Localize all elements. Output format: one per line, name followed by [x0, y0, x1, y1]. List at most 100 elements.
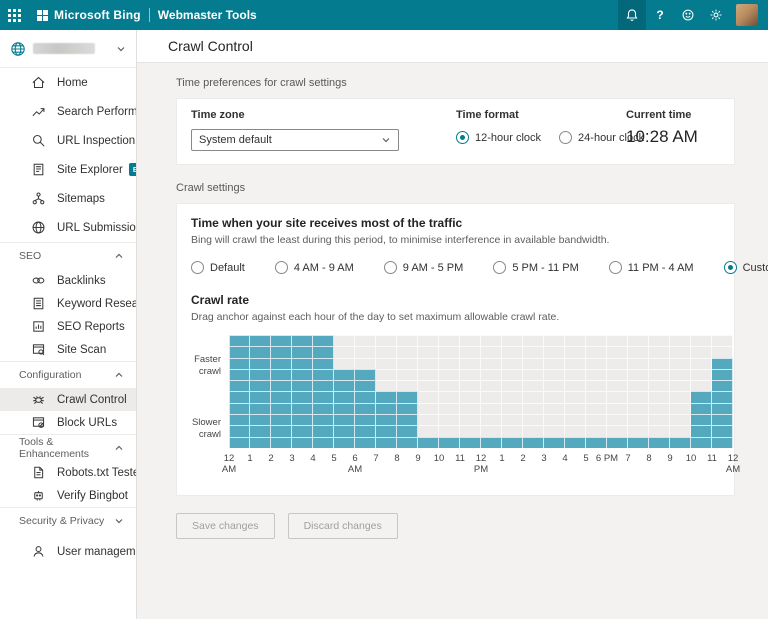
- crawl-cell[interactable]: [376, 425, 397, 437]
- crawl-cell[interactable]: [544, 346, 565, 358]
- crawl-cell[interactable]: [313, 436, 334, 448]
- crawl-cell[interactable]: [649, 436, 670, 448]
- crawl-cell[interactable]: [691, 335, 712, 347]
- crawl-cell[interactable]: [397, 368, 418, 381]
- crawl-cell[interactable]: [397, 436, 418, 448]
- crawl-cell[interactable]: [271, 425, 292, 437]
- hour-column-7-am[interactable]: [376, 335, 397, 448]
- hour-column-10-pm[interactable]: [691, 335, 712, 448]
- crawl-cell[interactable]: [628, 346, 649, 358]
- crawl-cell[interactable]: [712, 391, 733, 403]
- crawl-cell[interactable]: [376, 380, 397, 392]
- crawl-cell[interactable]: [439, 335, 460, 347]
- crawl-cell[interactable]: [607, 414, 628, 426]
- crawl-cell[interactable]: [502, 402, 523, 415]
- crawl-cell[interactable]: [565, 391, 586, 403]
- crawl-cell[interactable]: [460, 436, 481, 448]
- crawl-cell[interactable]: [628, 357, 649, 369]
- crawl-cell[interactable]: [607, 391, 628, 403]
- hour-column-5-am[interactable]: [334, 335, 355, 448]
- crawl-cell[interactable]: [481, 414, 502, 426]
- hour-column-9-am[interactable]: [418, 335, 439, 448]
- sidebar-item-url-submission[interactable]: URL Submission: [0, 213, 136, 242]
- traffic-time-radio-9-am-5-pm[interactable]: 9 AM - 5 PM: [383, 261, 463, 274]
- crawl-cell[interactable]: [460, 357, 481, 369]
- crawl-cell[interactable]: [502, 380, 523, 392]
- crawl-cell[interactable]: [271, 368, 292, 381]
- crawl-cell[interactable]: [439, 414, 460, 426]
- crawl-cell[interactable]: [691, 357, 712, 369]
- crawl-cell[interactable]: [712, 414, 733, 426]
- time-zone-select[interactable]: System default: [191, 129, 399, 151]
- crawl-cell[interactable]: [355, 380, 376, 392]
- crawl-cell[interactable]: [271, 335, 292, 347]
- crawl-cell[interactable]: [607, 368, 628, 381]
- crawl-cell[interactable]: [628, 414, 649, 426]
- crawl-cell[interactable]: [586, 368, 607, 381]
- crawl-cell[interactable]: [607, 425, 628, 437]
- crawl-cell[interactable]: [481, 425, 502, 437]
- crawl-cell[interactable]: [418, 357, 439, 369]
- crawl-cell[interactable]: [418, 380, 439, 392]
- crawl-cell[interactable]: [565, 346, 586, 358]
- crawl-cell[interactable]: [460, 380, 481, 392]
- crawl-cell[interactable]: [649, 414, 670, 426]
- crawl-cell[interactable]: [439, 391, 460, 403]
- crawl-cell[interactable]: [250, 436, 271, 448]
- crawl-cell[interactable]: [397, 357, 418, 369]
- crawl-cell[interactable]: [397, 414, 418, 426]
- discard-changes-button[interactable]: Discard changes: [287, 513, 398, 539]
- crawl-cell[interactable]: [355, 368, 376, 381]
- crawl-cell[interactable]: [460, 391, 481, 403]
- crawl-cell[interactable]: [544, 425, 565, 437]
- crawl-cell[interactable]: [271, 380, 292, 392]
- crawl-cell[interactable]: [481, 402, 502, 415]
- crawl-cell[interactable]: [607, 335, 628, 347]
- crawl-cell[interactable]: [712, 425, 733, 437]
- crawl-cell[interactable]: [691, 414, 712, 426]
- help-button[interactable]: ?: [646, 0, 674, 30]
- crawl-cell[interactable]: [544, 380, 565, 392]
- crawl-cell[interactable]: [439, 346, 460, 358]
- crawl-cell[interactable]: [376, 414, 397, 426]
- crawl-cell[interactable]: [712, 368, 733, 381]
- crawl-cell[interactable]: [229, 368, 250, 381]
- crawl-cell[interactable]: [691, 425, 712, 437]
- section-header-tools-enhancements[interactable]: Tools & Enhancements: [0, 435, 136, 461]
- crawl-cell[interactable]: [313, 346, 334, 358]
- hour-column-3-am[interactable]: [292, 335, 313, 448]
- crawl-cell[interactable]: [712, 357, 733, 369]
- sidebar-item-user-management[interactable]: User management: [0, 540, 136, 563]
- crawl-cell[interactable]: [481, 335, 502, 347]
- hour-column-1-pm[interactable]: [502, 335, 523, 448]
- crawl-cell[interactable]: [250, 357, 271, 369]
- crawl-cell[interactable]: [502, 357, 523, 369]
- crawl-cell[interactable]: [334, 402, 355, 415]
- crawl-cell[interactable]: [691, 402, 712, 415]
- crawl-cell[interactable]: [397, 425, 418, 437]
- crawl-cell[interactable]: [502, 425, 523, 437]
- crawl-cell[interactable]: [565, 414, 586, 426]
- crawl-cell[interactable]: [460, 402, 481, 415]
- crawl-cell[interactable]: [292, 402, 313, 415]
- crawl-cell[interactable]: [607, 357, 628, 369]
- crawl-cell[interactable]: [481, 357, 502, 369]
- crawl-cell[interactable]: [292, 357, 313, 369]
- crawl-cell[interactable]: [376, 368, 397, 381]
- crawl-cell[interactable]: [565, 380, 586, 392]
- crawl-cell[interactable]: [670, 425, 691, 437]
- crawl-cell[interactable]: [607, 402, 628, 415]
- crawl-cell[interactable]: [481, 346, 502, 358]
- crawl-cell[interactable]: [250, 414, 271, 426]
- crawl-cell[interactable]: [544, 402, 565, 415]
- crawl-cell[interactable]: [271, 436, 292, 448]
- sidebar-item-robots-txt-tester[interactable]: Robots.txt Tester: [0, 461, 136, 484]
- crawl-cell[interactable]: [523, 436, 544, 448]
- crawl-cell[interactable]: [292, 414, 313, 426]
- sidebar-item-site-scan[interactable]: Site Scan: [0, 338, 136, 361]
- crawl-cell[interactable]: [229, 402, 250, 415]
- crawl-cell[interactable]: [586, 380, 607, 392]
- crawl-cell[interactable]: [544, 391, 565, 403]
- crawl-cell[interactable]: [712, 346, 733, 358]
- crawl-cell[interactable]: [565, 357, 586, 369]
